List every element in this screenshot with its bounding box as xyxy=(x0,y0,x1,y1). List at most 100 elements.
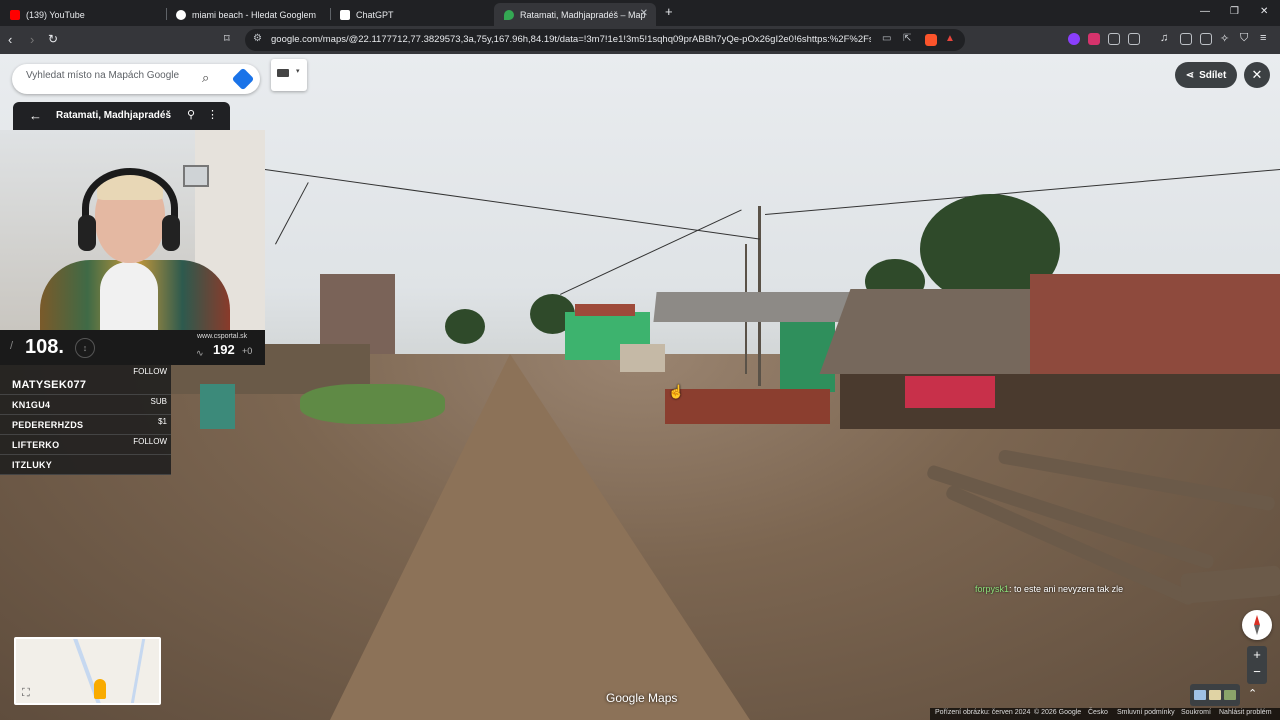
reload-icon[interactable]: ↻ xyxy=(48,32,58,46)
zoom-out-button[interactable]: − xyxy=(1247,663,1267,680)
location-pin-icon[interactable]: ⚲ xyxy=(187,108,195,121)
webcam-overlay xyxy=(0,130,265,330)
close-window-button[interactable]: ✕ xyxy=(1260,6,1268,17)
shed xyxy=(200,384,235,429)
chevron-up-icon[interactable]: ⌃ xyxy=(1248,687,1257,700)
layer-thumb-icon[interactable] xyxy=(1209,690,1221,700)
share-label: Sdílet xyxy=(1199,69,1227,81)
layer-thumb-icon[interactable] xyxy=(1194,690,1206,700)
browser-tab-strip: (139) YouTube miami beach - Hledat Googl… xyxy=(0,0,1280,26)
close-tab-icon[interactable]: ✕ xyxy=(640,8,648,19)
vpn-icon[interactable]: ⛉ xyxy=(1240,32,1248,45)
minimap[interactable]: ⛶ xyxy=(14,637,161,705)
leaderboard-tag: FOLLOW xyxy=(133,367,167,376)
tin-roof xyxy=(653,292,852,322)
leaderboard-row: KN1GU4 SUB xyxy=(0,395,171,415)
tab-google-search[interactable]: miami beach - Hledat Googlem xyxy=(166,3,328,26)
share-button[interactable]: ⋖ Sdílet xyxy=(1175,62,1237,88)
search-input[interactable] xyxy=(26,70,196,81)
leaderboard-name: ITZLUKY xyxy=(12,460,53,470)
bookmark-icon[interactable]: ⌑ xyxy=(224,32,230,45)
puzzle-icon[interactable] xyxy=(1108,33,1120,45)
compass-south-icon xyxy=(1254,625,1260,635)
chat-text: : to este ani nevyzera tak zle xyxy=(1009,584,1124,594)
tab-label: ChatGPT xyxy=(356,9,394,20)
grass-patch xyxy=(300,384,445,424)
site-info-icon[interactable]: ⚙ xyxy=(253,33,262,44)
close-street-view-button[interactable]: ✕ xyxy=(1244,62,1270,88)
terms-link[interactable]: Smluvní podmínky xyxy=(1117,709,1175,716)
restore-button[interactable]: ❐ xyxy=(1230,6,1239,17)
privacy-link[interactable]: Soukromí xyxy=(1181,709,1211,716)
map-road xyxy=(128,639,147,703)
maps-pin-icon xyxy=(504,9,514,20)
extension-icon[interactable] xyxy=(1068,33,1080,45)
chat-user: forpysk1 xyxy=(975,584,1010,594)
tab-label: (139) YouTube xyxy=(26,9,85,20)
street-view[interactable]: ☝ ⌕ ▾ ← Ratamati, Madhjapradéš ⚲ ⋮ / 108… xyxy=(0,54,1280,720)
roof xyxy=(575,304,635,316)
brave-shield-icon[interactable] xyxy=(925,34,937,46)
maps-search-box[interactable]: ⌕ xyxy=(12,64,260,94)
tab-youtube[interactable]: (139) YouTube xyxy=(0,3,160,26)
headset-earcup xyxy=(162,215,180,251)
building xyxy=(320,274,395,354)
extension-icon[interactable] xyxy=(1088,33,1100,45)
google-icon xyxy=(176,9,186,20)
zoom-in-button[interactable]: + xyxy=(1247,646,1267,663)
leaderboard-name: LIFTERKO xyxy=(12,440,60,450)
chevron-down-icon[interactable]: ▾ xyxy=(296,67,300,75)
screenshot-icon[interactable] xyxy=(1128,33,1140,45)
rank-number: 108. xyxy=(25,336,64,358)
brave-rewards-icon[interactable]: ▲ xyxy=(945,33,955,44)
back-arrow-icon[interactable]: ← xyxy=(29,108,42,123)
leaderboard-tag: SUB xyxy=(150,397,167,406)
directions-icon[interactable] xyxy=(231,67,255,91)
leaderboard-name: PEDERERHZDS xyxy=(12,420,84,430)
site-watermark: www.csportal.sk xyxy=(197,333,248,340)
search-icon[interactable]: ⌕ xyxy=(202,70,209,86)
zoom-control[interactable]: + − xyxy=(1247,646,1267,684)
compass-button[interactable] xyxy=(1242,610,1272,640)
tab-google-maps[interactable]: Ratamati, Madhjapradéš – Map ✕ xyxy=(494,3,656,26)
share-icon: ⋖ xyxy=(1185,69,1195,81)
leaderboard-row: ITZLUKY xyxy=(0,455,171,475)
address-bar[interactable]: ⚙ google.com/maps/@22.1177712,77.3829573… xyxy=(245,29,965,51)
layer-thumb-icon[interactable] xyxy=(1224,690,1236,700)
points-value: 192 xyxy=(213,342,235,357)
leo-ai-icon[interactable]: ✧ xyxy=(1220,32,1229,45)
copyright: © 2026 Google xyxy=(1034,709,1082,716)
more-options-icon[interactable]: ⋮ xyxy=(207,108,218,121)
leaderboard-name: MATYSEK077 xyxy=(12,379,87,391)
leaderboard-tag: FOLLOW xyxy=(133,437,167,446)
wallet-icon[interactable] xyxy=(1200,33,1212,45)
rank-badge-icon: ↕ xyxy=(75,338,95,358)
tab-chatgpt[interactable]: ChatGPT xyxy=(330,3,490,26)
cast-icon[interactable]: ▭ xyxy=(882,33,891,44)
browser-toolbar: ‹ › ↻ ⌑ ⚙ google.com/maps/@22.1177712,77… xyxy=(0,26,1280,54)
cursor-hand-icon: ☝ xyxy=(668,384,685,399)
share-page-icon[interactable]: ⇱ xyxy=(903,33,911,44)
close-icon: ✕ xyxy=(1251,67,1263,82)
leaderboard-row: LIFTERKO FOLLOW xyxy=(0,435,171,455)
place-title: Ratamati, Madhjapradéš xyxy=(56,110,172,121)
pegman-icon[interactable] xyxy=(94,679,106,699)
leaderboard-tag: $1 xyxy=(158,417,167,426)
rank-icon: / xyxy=(10,340,14,352)
menu-icon[interactable]: ≡ xyxy=(1260,32,1266,44)
layers-button[interactable] xyxy=(1190,684,1240,706)
media-icon[interactable]: ♫ xyxy=(1160,32,1168,44)
minimize-button[interactable]: — xyxy=(1200,6,1210,17)
trend-icon: ∿ xyxy=(196,348,204,358)
expand-icon[interactable]: ⛶ xyxy=(22,687,30,700)
report-link[interactable]: Nahlásit problém xyxy=(1219,709,1272,716)
back-icon[interactable]: ‹ xyxy=(8,32,12,47)
sidebar-icon[interactable] xyxy=(1180,33,1192,45)
tree xyxy=(445,309,485,344)
language-link[interactable]: Česko xyxy=(1088,709,1108,716)
google-maps-watermark: Google Maps xyxy=(606,691,678,705)
forward-icon[interactable]: › xyxy=(30,32,34,47)
url-text[interactable]: google.com/maps/@22.1177712,77.3829573,3… xyxy=(271,34,871,45)
keyboard-button[interactable]: ▾ xyxy=(271,59,307,91)
new-tab-button[interactable]: + xyxy=(665,4,673,19)
